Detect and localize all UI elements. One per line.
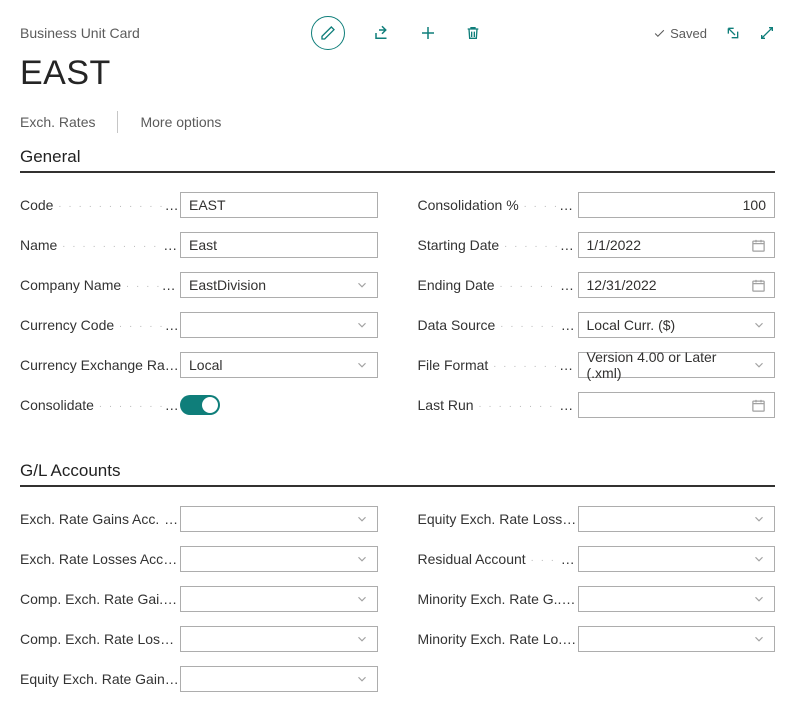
chevron-down-icon bbox=[355, 672, 369, 686]
chevron-down-icon bbox=[355, 552, 369, 566]
saved-status: Saved bbox=[653, 26, 707, 41]
chevron-down-icon bbox=[752, 592, 766, 606]
currency-code-select[interactable] bbox=[180, 312, 378, 338]
chevron-down-icon bbox=[752, 318, 766, 332]
exch-losses-select[interactable] bbox=[180, 546, 378, 572]
chevron-down-icon bbox=[355, 318, 369, 332]
label-name: Name bbox=[20, 237, 180, 253]
label-exch-losses: Exch. Rate Losses Acc. bbox=[20, 551, 180, 567]
file-format-select[interactable]: Version 4.00 or Later (.xml) bbox=[578, 352, 776, 378]
chevron-down-icon bbox=[355, 512, 369, 526]
ending-date-input[interactable]: 12/31/2022 bbox=[578, 272, 776, 298]
label-consolidation-pct: Consolidation % bbox=[418, 197, 578, 213]
label-exch-gains: Exch. Rate Gains Acc. bbox=[20, 511, 180, 527]
section-title-gl: G/L Accounts bbox=[20, 461, 775, 481]
label-comp-gains: Comp. Exch. Rate Gai... bbox=[20, 591, 180, 607]
chevron-down-icon bbox=[355, 358, 369, 372]
label-currency-exch-rate: Currency Exchange Ra... bbox=[20, 357, 180, 373]
residual-select[interactable] bbox=[578, 546, 776, 572]
consolidation-pct-input[interactable]: 100 bbox=[578, 192, 776, 218]
label-equity-losses: Equity Exch. Rate Loss... bbox=[418, 511, 578, 527]
section-rule bbox=[20, 171, 775, 173]
calendar-icon bbox=[751, 398, 766, 413]
label-residual: Residual Account bbox=[418, 551, 578, 567]
consolidate-toggle[interactable] bbox=[180, 395, 220, 415]
label-consolidate: Consolidate bbox=[20, 397, 180, 413]
chevron-down-icon bbox=[752, 632, 766, 646]
code-input[interactable]: EAST bbox=[180, 192, 378, 218]
data-source-select[interactable]: Local Curr. ($) bbox=[578, 312, 776, 338]
chevron-down-icon bbox=[355, 592, 369, 606]
label-code: Code bbox=[20, 197, 180, 213]
label-ending-date: Ending Date bbox=[418, 277, 578, 293]
starting-date-input[interactable]: 1/1/2022 bbox=[578, 232, 776, 258]
comp-gains-select[interactable] bbox=[180, 586, 378, 612]
label-company-name: Company Name bbox=[20, 277, 180, 293]
section-title-general: General bbox=[20, 147, 775, 167]
action-exch-rates[interactable]: Exch. Rates bbox=[20, 114, 95, 130]
label-min-losses: Minority Exch. Rate Lo... bbox=[418, 631, 578, 647]
label-data-source: Data Source bbox=[418, 317, 578, 333]
share-icon[interactable] bbox=[373, 24, 391, 42]
chevron-down-icon bbox=[355, 278, 369, 292]
action-more-options[interactable]: More options bbox=[140, 114, 221, 130]
chevron-down-icon bbox=[355, 632, 369, 646]
equity-losses-select[interactable] bbox=[578, 506, 776, 532]
divider bbox=[117, 111, 118, 133]
calendar-icon bbox=[751, 238, 766, 253]
calendar-icon bbox=[751, 278, 766, 293]
popout-icon[interactable] bbox=[725, 25, 741, 41]
edit-button[interactable] bbox=[311, 16, 345, 50]
min-losses-select[interactable] bbox=[578, 626, 776, 652]
label-equity-gains: Equity Exch. Rate Gain... bbox=[20, 671, 180, 687]
currency-exch-rate-select[interactable]: Local bbox=[180, 352, 378, 378]
comp-losses-select[interactable] bbox=[180, 626, 378, 652]
label-file-format: File Format bbox=[418, 357, 578, 373]
label-min-gains: Minority Exch. Rate G... bbox=[418, 591, 578, 607]
min-gains-select[interactable] bbox=[578, 586, 776, 612]
chevron-down-icon bbox=[752, 512, 766, 526]
label-currency-code: Currency Code bbox=[20, 317, 180, 333]
name-input[interactable]: East bbox=[180, 232, 378, 258]
label-starting-date: Starting Date bbox=[418, 237, 578, 253]
section-rule bbox=[20, 485, 775, 487]
page-title: EAST bbox=[20, 54, 775, 93]
delete-icon[interactable] bbox=[465, 24, 481, 42]
equity-gains-select[interactable] bbox=[180, 666, 378, 692]
page-subtitle: Business Unit Card bbox=[20, 25, 140, 41]
label-comp-losses: Comp. Exch. Rate Loss... bbox=[20, 631, 180, 647]
chevron-down-icon bbox=[752, 552, 766, 566]
company-name-select[interactable]: EastDivision bbox=[180, 272, 378, 298]
new-icon[interactable] bbox=[419, 24, 437, 42]
exch-gains-select[interactable] bbox=[180, 506, 378, 532]
expand-icon[interactable] bbox=[759, 25, 775, 41]
last-run-input[interactable] bbox=[578, 392, 776, 418]
label-last-run: Last Run bbox=[418, 397, 578, 413]
chevron-down-icon bbox=[752, 358, 766, 372]
